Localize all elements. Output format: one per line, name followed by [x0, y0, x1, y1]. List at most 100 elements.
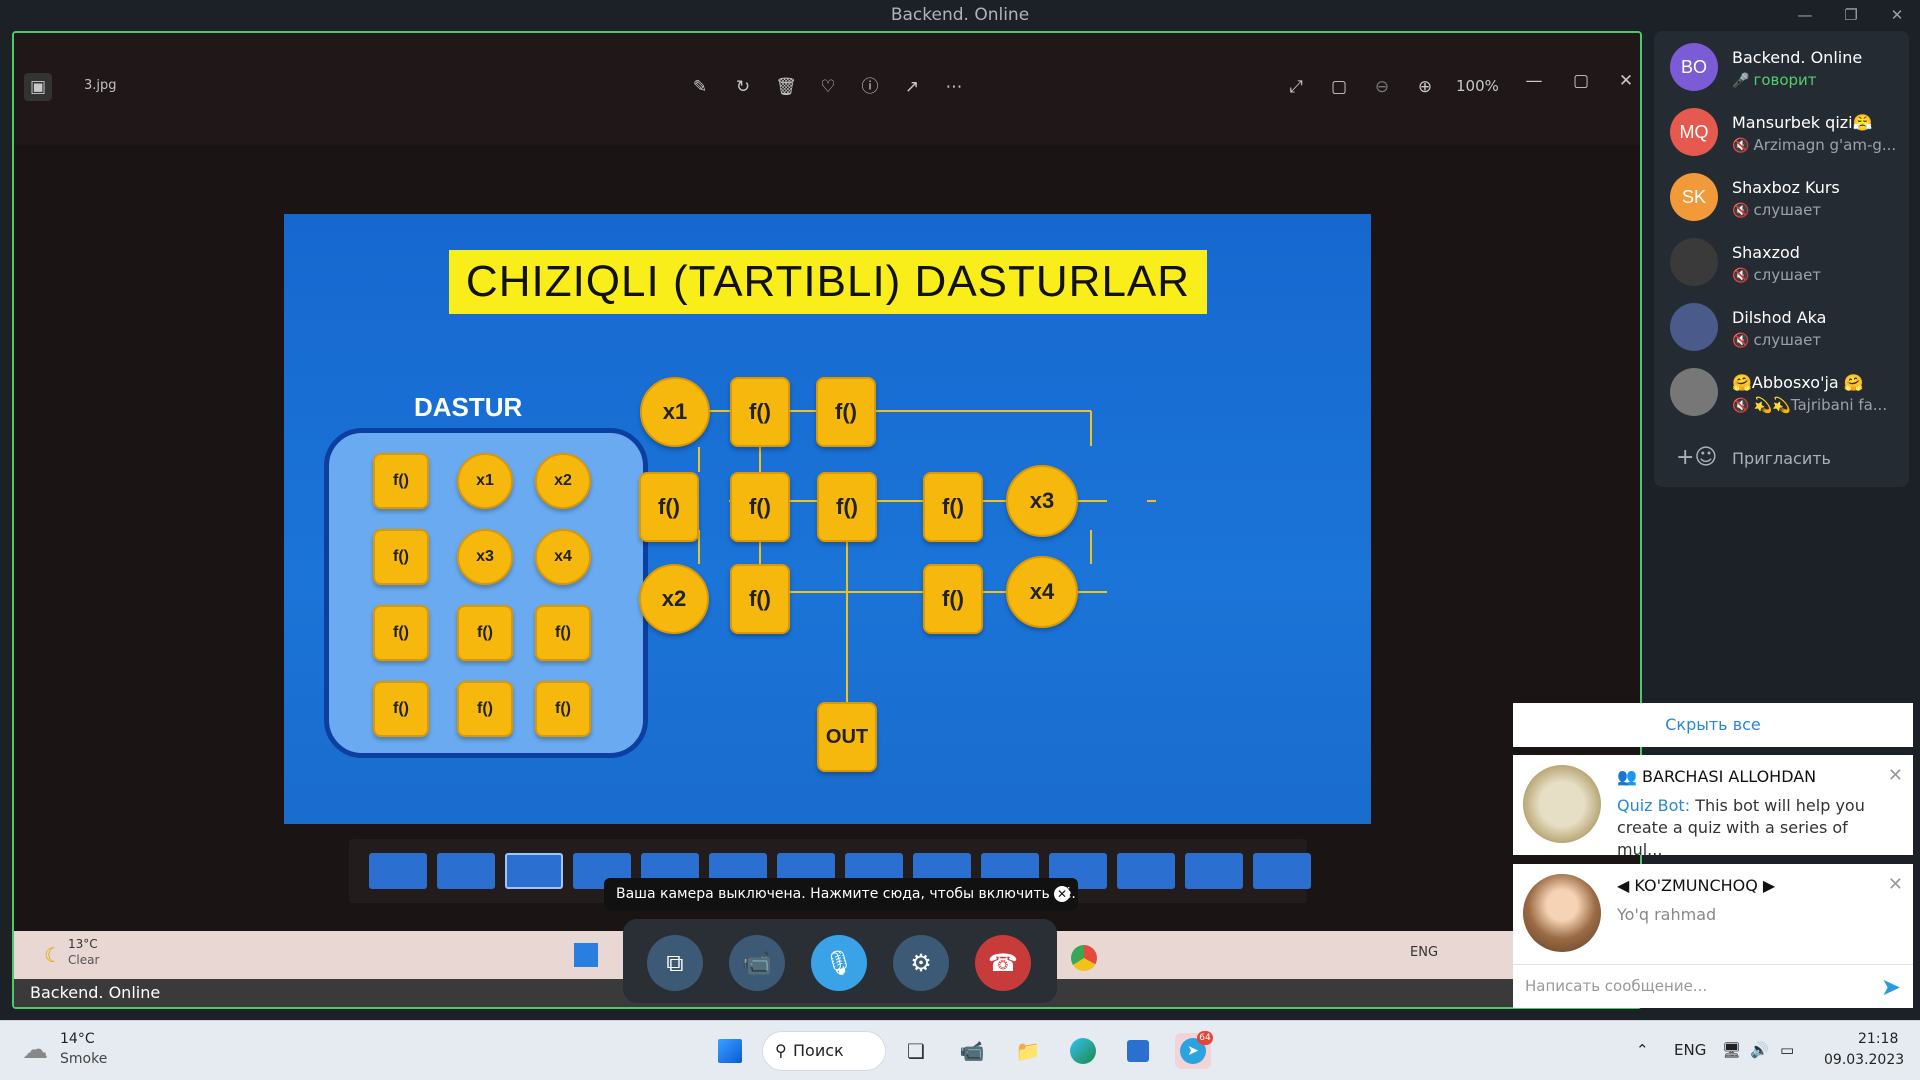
flow-variable-node: x2 [639, 564, 709, 634]
share-icon: ↗ [904, 77, 920, 97]
tray-chevron-icon[interactable]: ⌃ [1636, 1041, 1649, 1059]
participant-row[interactable]: Dilshod Aka 🔇 слушает [1654, 295, 1909, 359]
slide-thumbnail[interactable] [505, 853, 563, 889]
flow-output-node: OUT [817, 702, 877, 772]
language-indicator[interactable]: ENG [1674, 1041, 1706, 1059]
inner-weather-icon: ☾ [44, 943, 62, 967]
tooltip-close-icon[interactable]: ✕ [1054, 886, 1070, 902]
file-explorer-icon[interactable]: 📁 [1010, 1033, 1046, 1069]
volume-icon[interactable]: 🔊 [1750, 1041, 1769, 1059]
participant-name: Mansurbek qizi😤 [1732, 113, 1873, 132]
weather-desc: Smoke [60, 1051, 108, 1067]
network-icon[interactable]: 🖥 [1722, 1041, 1741, 1059]
flow-function-node: f() [730, 564, 790, 634]
notification-card[interactable]: 👥 BARCHASI ALLOHDAN Quiz Bot: This bot w… [1513, 755, 1913, 859]
start-button[interactable] [712, 1033, 748, 1069]
participant-name: Shaxboz Kurs [1732, 178, 1840, 197]
settings-button[interactable]: ⚙ [893, 935, 949, 991]
message-input[interactable]: Написать сообщение... ➤ [1513, 964, 1913, 1008]
photo-viewer-toolbar: ▣ 3.jpg ✎ ↻ 🗑 ♡ ⓘ ↗ ⋯ ⤢ ▢ ⊖ ⊕ 100% — ▢ ✕ [14, 33, 1640, 145]
participants-panel: BO Backend. Online 🎤 говорит MQ Mansurbek qiz… [1654, 31, 1909, 487]
camera-off-tooltip[interactable]: Ваша камера выключена. Нажмите сюда, что… [604, 878, 1078, 910]
muted-microphone-icon: 🔇 [1732, 333, 1750, 349]
flow-function-node: f() [817, 472, 877, 542]
close-button[interactable]: ✕ [1882, 4, 1912, 26]
screen-share-button[interactable]: ⧉ [647, 935, 703, 991]
slide-thumbnail[interactable] [437, 853, 495, 889]
notification-close-icon[interactable]: ✕ [1888, 874, 1903, 895]
notification-title: ◀ KO'ZMUNCHOQ ▶ [1617, 876, 1776, 895]
weather-temp: 14°C [60, 1031, 95, 1047]
participant-name: 🤗Abbosxo'ja 🤗 [1732, 373, 1864, 392]
participant-status-text: говорит [1753, 71, 1817, 89]
file-name: 3.jpg [84, 78, 117, 93]
avatar: SK [1670, 173, 1718, 221]
participant-status: 🔇 слушает [1732, 266, 1821, 284]
chat-avatar [1523, 765, 1601, 843]
participant-status: 🔇 Arzimagn g'am-g... [1732, 136, 1896, 154]
screen-share-stage[interactable]: ▣ 3.jpg ✎ ↻ 🗑 ♡ ⓘ ↗ ⋯ ⤢ ▢ ⊖ ⊕ 100% — ▢ ✕… [12, 31, 1642, 1009]
clock-date[interactable]: 09.03.2023 [1824, 1052, 1904, 1068]
participant-status: 🔇 💫💫Tajribani fa... [1732, 396, 1887, 414]
flow-function-node: f() [730, 472, 790, 542]
title-bar: Backend. Online — ❐ ✕ [0, 0, 1920, 30]
task-view-icon[interactable]: ❏ [898, 1033, 934, 1069]
participant-row[interactable]: 🤗Abbosxo'ja 🤗 🔇 💫💫Tajribani fa... [1654, 360, 1909, 424]
minimize-button[interactable]: — [1790, 4, 1820, 26]
participant-status-text: слушает [1753, 331, 1822, 349]
info-icon: ⓘ [861, 77, 879, 97]
participant-row[interactable]: Shaxzod 🔇 слушает [1654, 230, 1909, 294]
send-icon[interactable]: ➤ [1881, 973, 1901, 1001]
notification-message: Yo'q rahmad [1617, 905, 1717, 924]
participant-row[interactable]: MQ Mansurbek qizi😤 🔇 Arzimagn g'am-g... [1654, 100, 1909, 164]
participant-status-text: Arzimagn g'am-g... [1753, 136, 1897, 154]
notification-close-icon[interactable]: ✕ [1888, 765, 1903, 786]
edge-icon[interactable] [1065, 1033, 1101, 1069]
hide-all-notifications-button[interactable]: Скрыть все [1513, 703, 1913, 747]
notification-card[interactable]: ◀ KO'ZMUNCHOQ ▶ Yo'q rahmad ✕ [1513, 864, 1913, 964]
slide-thumbnail[interactable] [1185, 853, 1243, 889]
inner-weather-desc: Clear [68, 953, 100, 967]
muted-microphone-icon: 🔇 [1732, 268, 1750, 284]
more-icon: ⋯ [945, 77, 963, 97]
rotate-icon: ↻ [735, 77, 751, 97]
avatar [1670, 238, 1718, 286]
participant-row[interactable]: SK Shaxboz Kurs 🔇 слушает [1654, 165, 1909, 229]
restore-button[interactable]: ❐ [1836, 4, 1866, 26]
invite-button[interactable]: Пригласить [1732, 449, 1831, 468]
message-placeholder: Написать сообщение... [1525, 977, 1708, 995]
taskbar-search[interactable]: ⚲ Поиск [762, 1031, 886, 1071]
participant-name: Dilshod Aka [1732, 308, 1827, 327]
microphone-icon: 🎤 [1732, 73, 1750, 89]
inner-lang: ENG [1410, 945, 1439, 960]
flow-function-node: f() [923, 472, 983, 542]
microphone-toggle-button[interactable]: 🎙 [811, 935, 867, 991]
clock-time[interactable]: 21:18 [1858, 1031, 1898, 1047]
viewer-restore-icon: ▢ [1572, 71, 1590, 91]
participant-row[interactable]: BO Backend. Online 🎤 говорит [1654, 35, 1909, 99]
flow-function-node: f() [816, 377, 876, 447]
battery-icon[interactable]: ▭ [1780, 1041, 1794, 1059]
participant-name: Backend. Online [1732, 48, 1863, 67]
teams-chat-icon[interactable]: 📹 [954, 1033, 990, 1069]
flow-variable-node: x3 [1006, 465, 1078, 537]
slide-thumbnail[interactable] [1253, 853, 1311, 889]
slide-thumbnail[interactable] [1117, 853, 1175, 889]
participant-name: Shaxzod [1732, 243, 1800, 262]
zoom-out-icon: ⊖ [1374, 77, 1390, 97]
muted-microphone-icon: 🔇 [1732, 398, 1750, 414]
store-icon[interactable] [1120, 1033, 1156, 1069]
delete-icon: 🗑 [775, 77, 797, 97]
participant-status-text: слушает [1753, 201, 1822, 219]
muted-microphone-icon: 🔇 [1732, 138, 1750, 154]
zoom-level: 100% [1456, 77, 1499, 95]
call-controls: ⧉ 📹 🎙 ⚙ ☎ [623, 919, 1057, 1003]
chat-avatar [1523, 874, 1601, 952]
camera-toggle-button[interactable]: 📹 [729, 935, 785, 991]
slide-thumbnail[interactable] [369, 853, 427, 889]
search-label: Поиск [793, 1041, 844, 1060]
end-call-button[interactable]: ☎ [975, 935, 1031, 991]
telegram-icon[interactable]: ➤ 64 [1175, 1031, 1213, 1069]
avatar [1670, 303, 1718, 351]
shared-screen-title: Backend. Online [30, 983, 161, 1002]
